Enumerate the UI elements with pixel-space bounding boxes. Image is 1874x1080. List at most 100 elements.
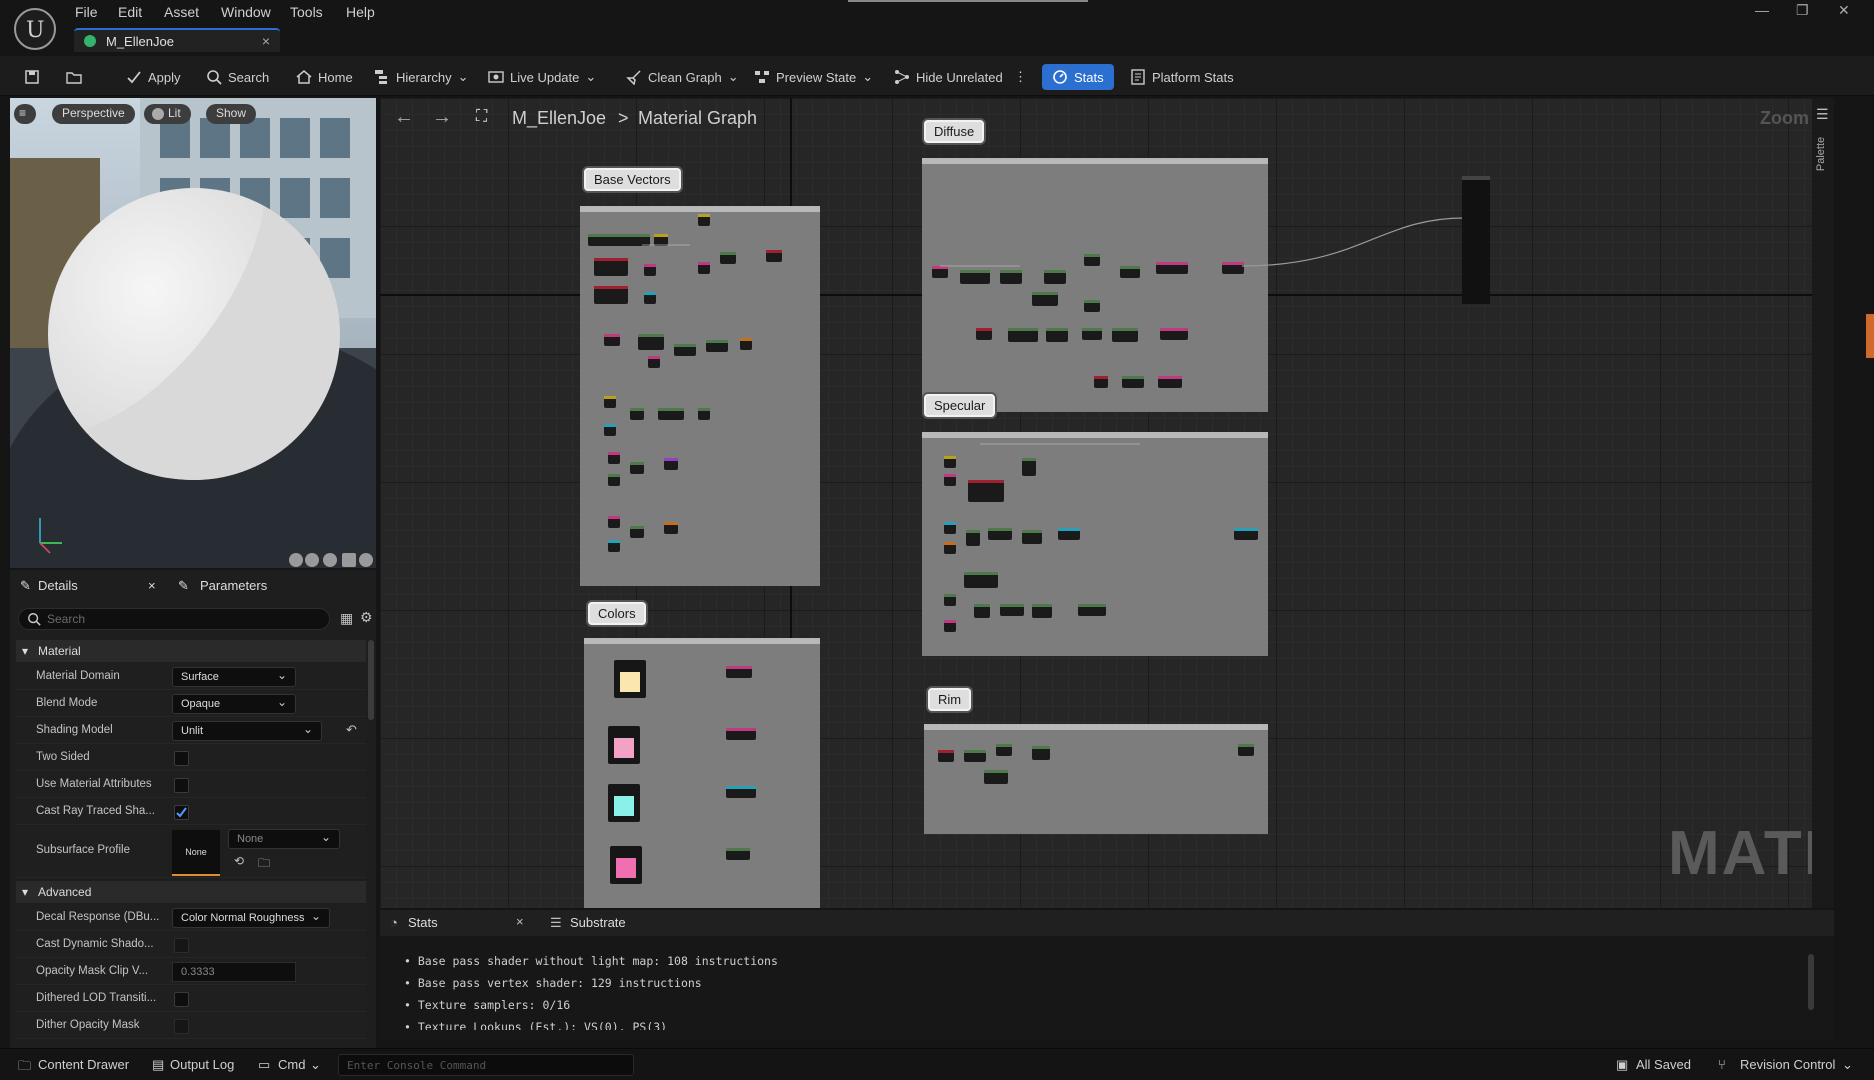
stat-line: • Base pass vertex shader: 129 instructi…	[404, 976, 702, 990]
dithered-lod-checkbox[interactable]	[174, 992, 189, 1007]
close-stats-icon[interactable]: ×	[516, 914, 524, 929]
unreal-logo-icon[interactable]: U	[14, 8, 56, 50]
folder-icon	[66, 72, 82, 84]
row-shading-model: Shading Model Unlit ↶	[16, 718, 366, 744]
gear-icon[interactable]: ⚙	[360, 609, 373, 626]
material-domain-select[interactable]: Surface	[172, 667, 296, 687]
details-scrollbar[interactable]	[368, 640, 374, 720]
clean-graph-button[interactable]: Clean Graph ⌄	[626, 64, 739, 90]
use-material-attributes-checkbox[interactable]	[174, 778, 189, 793]
chevron-down-icon[interactable]: ⌄	[310, 1057, 321, 1073]
perspective-button[interactable]: Perspective	[52, 104, 135, 124]
platform-stats-button[interactable]: Platform Stats	[1130, 64, 1234, 90]
cmd-icon: ▭	[258, 1057, 271, 1072]
stats-panel: ◔ Stats × ☰ Substrate • Base pass shader…	[380, 910, 1834, 1040]
cast-ray-traced-checkbox[interactable]	[174, 805, 189, 820]
close-window-icon[interactable]: ✕	[1838, 2, 1850, 19]
stat-line-text: Base pass vertex shader: 129 instruction…	[417, 976, 702, 990]
chevron-down-icon: ▾	[22, 885, 29, 899]
blend-mode-select[interactable]: Opaque	[172, 694, 296, 714]
subsurface-thumbnail[interactable]: None	[172, 830, 220, 876]
tab-parameters[interactable]: Parameters	[200, 578, 267, 593]
minimize-icon[interactable]: —	[1755, 2, 1769, 18]
console-input[interactable]: Enter Console Command	[338, 1054, 634, 1076]
menu-window[interactable]: Window	[221, 4, 271, 20]
menu-tools[interactable]: Tools	[290, 4, 323, 20]
blend-mode-label: Blend Mode	[36, 697, 98, 709]
output-log-button[interactable]: Output Log	[170, 1057, 234, 1072]
row-cast-dynamic-shadow: Cast Dynamic Shado...	[16, 932, 366, 958]
pencil-icon: ✎	[178, 578, 189, 593]
palette-tab[interactable]: Palette	[1815, 137, 1827, 171]
revision-control-button[interactable]: Revision Control	[1740, 1057, 1835, 1072]
row-subsurface-profile: Subsurface Profile None None ⟲ 🗀	[16, 826, 366, 878]
status-bar: 🗀 Content Drawer ▤ Output Log ▭ Cmd ⌄ En…	[0, 1048, 1874, 1080]
category-material-label: Material	[38, 644, 81, 658]
material-icon	[84, 35, 96, 47]
preview-state-button[interactable]: Preview State ⌄	[754, 64, 873, 90]
all-saved-button[interactable]: All Saved	[1636, 1057, 1691, 1072]
folder-icon[interactable]: 🗀	[258, 854, 270, 875]
reset-icon[interactable]: ↶	[346, 722, 357, 738]
home-icon	[296, 70, 312, 84]
lit-icon	[152, 108, 164, 120]
tab-substrate[interactable]: Substrate	[570, 915, 626, 930]
chevron-down-icon: ⌄	[727, 69, 739, 84]
material-result-node[interactable]	[1462, 176, 1490, 304]
cmd-button[interactable]: Cmd	[278, 1057, 305, 1072]
dither-opacity-mask-checkbox[interactable]	[174, 1019, 189, 1034]
viewport-menu-icon[interactable]: ≡	[14, 104, 36, 124]
chevron-down-icon: ⌄	[585, 69, 597, 84]
home-label: Home	[318, 69, 353, 85]
live-update-icon	[488, 71, 504, 83]
shading-model-select[interactable]: Unlit	[172, 721, 322, 741]
decal-response-select[interactable]: Color Normal Roughness	[172, 908, 330, 928]
menu-file[interactable]: File	[75, 4, 98, 20]
table-view-icon[interactable]: ▦	[340, 610, 353, 627]
stats-button[interactable]: Stats	[1042, 64, 1114, 90]
lit-button[interactable]: Lit	[144, 104, 191, 124]
stat-line-text: Base pass shader without light map: 108 …	[417, 954, 778, 968]
category-advanced[interactable]: ▾ Advanced	[16, 881, 366, 903]
dithered-lod-label: Dithered LOD Transiti...	[36, 992, 157, 1004]
material-graph-canvas[interactable]: ← → ⛶ M_EllenJoe > Material Graph Zoom -…	[380, 98, 1834, 908]
browse-button[interactable]	[66, 64, 82, 90]
close-tab-icon[interactable]: ×	[262, 33, 270, 49]
stats-scrollbar[interactable]	[1808, 954, 1814, 1010]
asset-tab[interactable]: M_EllenJoe ×	[74, 28, 280, 52]
browse-to-asset-icon[interactable]: ⟲	[234, 854, 244, 868]
home-button[interactable]: Home	[296, 64, 353, 90]
restore-icon[interactable]: ❐	[1796, 2, 1809, 19]
menu-help[interactable]: Help	[346, 4, 375, 20]
menu-bar: U File Edit Asset Window Tools Help — ❐ …	[0, 0, 1874, 50]
search-button[interactable]: Search	[206, 64, 269, 90]
category-advanced-label: Advanced	[38, 885, 92, 899]
cast-dynamic-shadow-checkbox[interactable]	[174, 938, 189, 953]
save-button[interactable]	[24, 64, 40, 90]
preview-viewport[interactable]: ≡ Perspective Lit Show	[10, 98, 376, 568]
menu-asset[interactable]: Asset	[164, 4, 199, 20]
revision-control-icon: ⑂	[1718, 1057, 1726, 1072]
content-drawer-button[interactable]: Content Drawer	[38, 1057, 129, 1072]
category-material[interactable]: ▾ Material	[16, 640, 366, 662]
apply-button[interactable]: Apply	[126, 64, 181, 90]
tab-stats[interactable]: Stats	[408, 915, 438, 930]
show-button[interactable]: Show	[206, 104, 257, 124]
details-search-input[interactable]: Search	[18, 608, 330, 630]
live-update-button[interactable]: Live Update ⌄	[488, 64, 596, 90]
more-options-icon[interactable]: ⋮	[1014, 64, 1027, 90]
hierarchy-button[interactable]: Hierarchy ⌄	[374, 64, 469, 90]
subsurface-profile-select[interactable]: None	[228, 829, 340, 849]
apply-label: Apply	[148, 69, 181, 85]
chevron-down-icon[interactable]: ⌄	[1842, 1057, 1853, 1073]
chevron-down-icon: ⌄	[457, 69, 469, 84]
tab-details[interactable]: Details	[38, 578, 78, 593]
palette-menu-icon[interactable]: ☰	[1816, 106, 1829, 123]
preview-state-label: Preview State	[776, 69, 857, 85]
menu-edit[interactable]: Edit	[118, 4, 142, 20]
opacity-mask-clip-input[interactable]: 0.3333	[172, 962, 296, 982]
title-indicator	[848, 0, 1088, 2]
two-sided-checkbox[interactable]	[174, 751, 189, 766]
hide-unrelated-button[interactable]: Hide Unrelated	[894, 64, 1003, 90]
close-details-icon[interactable]: ×	[148, 578, 156, 593]
